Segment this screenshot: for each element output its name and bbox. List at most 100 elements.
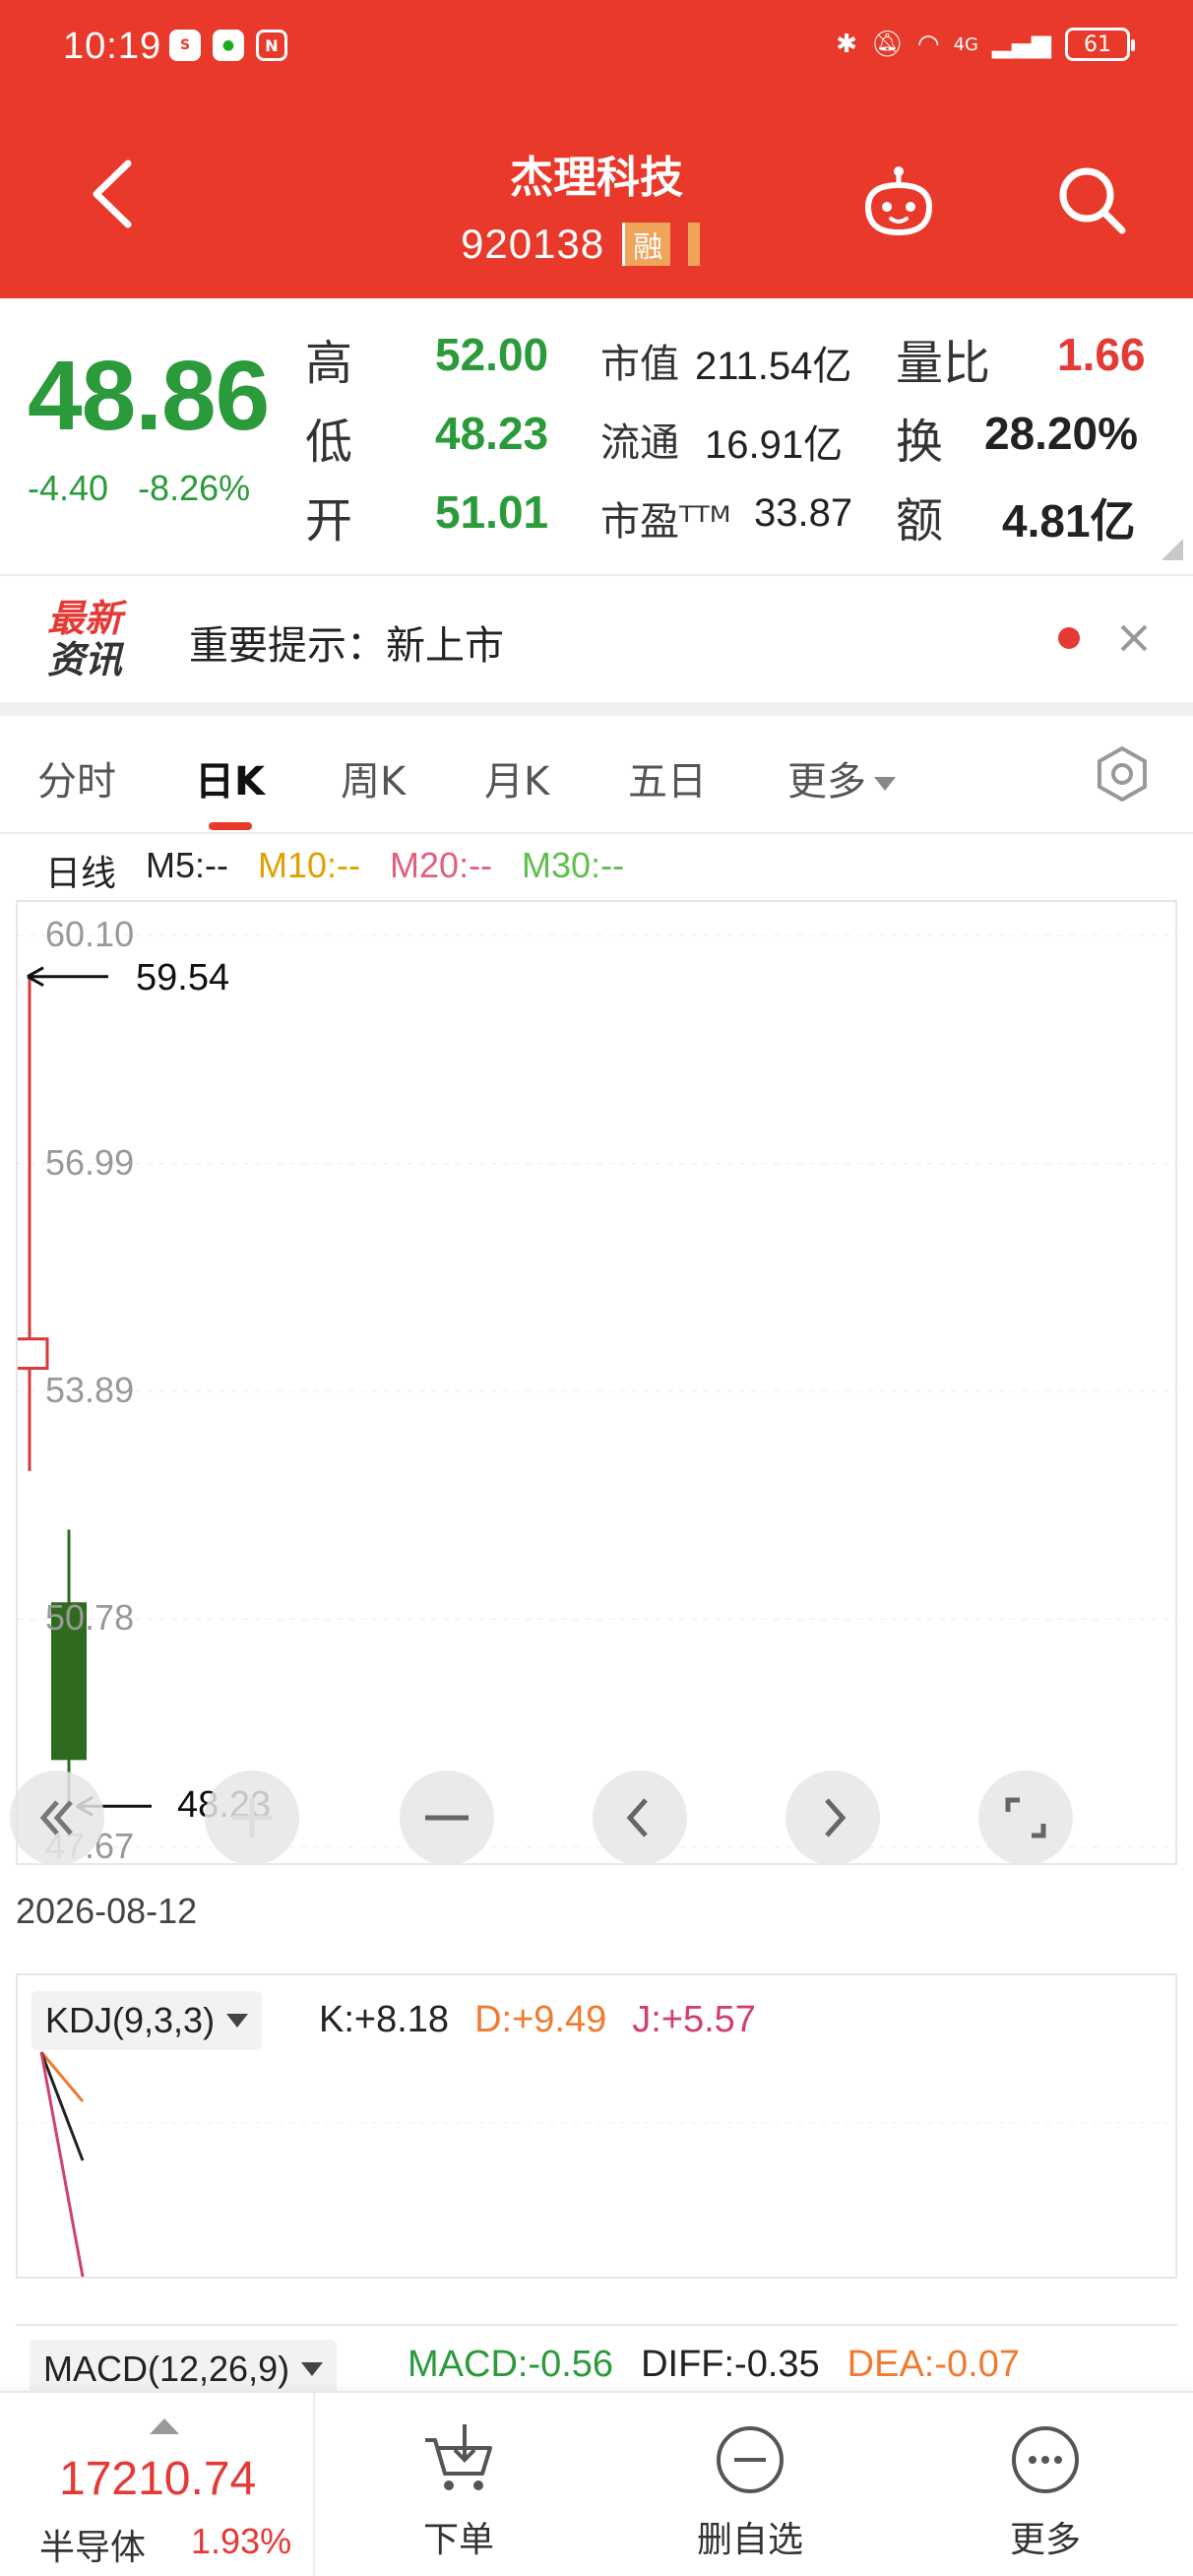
tab-intraday[interactable]: 分时: [37, 749, 116, 806]
low-value: 48.23: [435, 408, 549, 459]
news-logo-line1: 最新: [47, 597, 123, 640]
bottom-bar: 17210.74 半导体 1.93% 下单 删自选 更多: [0, 2391, 1193, 2576]
stock-name: 杰理科技: [510, 153, 683, 203]
tab-more[interactable]: 更多: [787, 749, 896, 806]
fullscreen-button[interactable]: [978, 1771, 1073, 1865]
zoom-in-icon: [232, 1798, 272, 1837]
chevron-left-icon: [626, 1798, 648, 1837]
app-header: 10:19 S ● N ✱ 🔕︎ ◠ 4G ▂▄▆ 61 杰理科技 920138…: [0, 0, 1193, 298]
expand-corner-icon[interactable]: [1162, 539, 1183, 560]
y-tick-0: 60.10: [45, 914, 135, 954]
price-change: -4.40: [28, 468, 109, 508]
robot-icon: [864, 166, 933, 236]
news-banner[interactable]: 最新 资讯 重要提示：新上市: [0, 574, 1193, 702]
unread-dot-icon: [1058, 627, 1080, 649]
minus-circle-icon: [717, 2426, 784, 2493]
remove-watchlist-label: 删自选: [696, 2520, 803, 2560]
more-label: 更多: [1009, 2520, 1081, 2560]
search-icon: [1059, 167, 1126, 234]
tab-daily-k[interactable]: 日K: [195, 749, 265, 806]
y-tick-3: 50.78: [45, 1597, 135, 1639]
rewind-icon: [39, 1800, 73, 1835]
ma-period-type: 日线: [45, 853, 117, 893]
order-button[interactable]: 下单: [370, 2420, 547, 2568]
news-close-button[interactable]: [1110, 614, 1158, 662]
robot-assistant-button[interactable]: [854, 158, 943, 246]
macd-selector[interactable]: MACD(12,26,9): [30, 2340, 338, 2399]
quote-panel: 48.86 -4.40 -8.26% 高 52.00 低 48.23 开 51.…: [0, 298, 1193, 574]
ma20-value: M20:--: [390, 845, 493, 885]
wechat-app-icon: ●: [213, 30, 244, 61]
status-apps: S ● N: [169, 30, 287, 61]
high-label: 高: [305, 336, 353, 391]
macd-diff: DIFF:-0.35: [641, 2344, 820, 2385]
stock-code: 920138: [461, 221, 605, 267]
news-logo: 最新 资讯: [47, 598, 142, 682]
zoom-out-button[interactable]: [400, 1771, 494, 1865]
mute-icon: 🔕︎: [870, 30, 904, 59]
candle-body-0: [18, 1337, 49, 1371]
price-change-pct: -8.26%: [138, 468, 251, 508]
ma-legend: 日线 M5:-- M10:-- M20:-- M30:--: [45, 845, 624, 896]
sector-index[interactable]: 17210.74 半导体 1.93%: [0, 2393, 315, 2576]
sector-index-pct: 1.93%: [191, 2521, 292, 2561]
wifi-icon: ◠: [916, 30, 940, 59]
rewind-button[interactable]: [10, 1771, 104, 1865]
nfc-icon: N: [256, 30, 287, 61]
kdj-j-line: [39, 2051, 85, 2278]
high-annotation: 59.54: [136, 956, 230, 998]
settings-hexagon-icon: [1098, 745, 1147, 803]
news-text: 重要提示：新上市: [189, 623, 504, 669]
current-price: 48.86: [28, 341, 270, 451]
macd-value: MACD:-0.56: [408, 2344, 614, 2385]
tab-five-day[interactable]: 五日: [628, 749, 707, 806]
ma5-value: M5:--: [146, 845, 229, 885]
low-label: 低: [305, 415, 353, 470]
bluetooth-icon: ✱: [836, 30, 857, 59]
expand-up-icon: [150, 2418, 179, 2434]
chart-settings-button[interactable]: [1093, 744, 1152, 804]
tab-weekly-k[interactable]: 周K: [341, 749, 406, 806]
change-row: -4.40 -8.26%: [28, 468, 250, 509]
turnover-label: 换: [896, 415, 944, 470]
chart-tabs: 分时 日K 周K 月K 五日 更多: [0, 716, 1193, 834]
volume-ratio-label: 量比: [896, 336, 991, 391]
ma30-value: M30:--: [522, 845, 625, 885]
tab-more-label: 更多: [787, 759, 866, 805]
battery-level: 61: [1084, 32, 1111, 57]
candlestick-chart[interactable]: 60.10 56.99 53.89 50.78 47.67 59.54 48.2…: [16, 900, 1179, 1866]
sector-index-value: 17210.74: [59, 2453, 257, 2505]
scroll-left-button[interactable]: [593, 1771, 687, 1865]
chevron-right-icon: [825, 1798, 847, 1837]
order-label: 下单: [422, 2520, 494, 2560]
macd-values: MACD:-0.56 DIFF:-0.35 DEA:-0.07: [408, 2344, 1020, 2386]
market-cap-value: 211.54亿: [695, 345, 852, 388]
status-bar: 10:19 S ● N ✱ 🔕︎ ◠ 4G ▂▄▆ 61: [0, 0, 1193, 98]
section-divider: [0, 702, 1193, 716]
cart-icon: [425, 2424, 492, 2490]
open-label: 开: [305, 493, 353, 548]
remove-watchlist-button[interactable]: 删自选: [661, 2420, 839, 2568]
turnover-value: 28.20%: [984, 408, 1139, 459]
fullscreen-icon: [1005, 1797, 1046, 1838]
float-cap-label: 流通: [600, 420, 679, 466]
y-tick-2: 53.89: [45, 1369, 135, 1410]
float-cap-value: 16.91亿: [705, 423, 844, 467]
battery-icon: 61: [1065, 28, 1135, 61]
signal-icon: ▂▄▆: [992, 30, 1051, 59]
pe-label: 市盈ᵀᵀᴹ: [600, 499, 731, 545]
kdj-k-line: [39, 2051, 85, 2161]
margin-tag: 融: [622, 223, 671, 266]
amount-label: 额: [896, 493, 944, 548]
candlestick-svg: [18, 934, 1179, 1848]
tab-monthly-k[interactable]: 月K: [484, 749, 549, 806]
caret-down-icon: [874, 777, 896, 791]
macd-name: MACD(12,26,9): [43, 2349, 290, 2389]
active-tab-indicator: [209, 822, 252, 830]
search-button[interactable]: [1053, 161, 1132, 240]
status-right: ✱ 🔕︎ ◠ 4G ▂▄▆ 61: [836, 28, 1135, 61]
scroll-right-button[interactable]: [785, 1771, 880, 1865]
zoom-in-button[interactable]: [205, 1771, 299, 1865]
kdj-panel[interactable]: KDJ(9,3,3) K:+8.18 D:+9.49 J:+5.57: [16, 1973, 1179, 2279]
more-button[interactable]: 更多: [957, 2420, 1134, 2568]
